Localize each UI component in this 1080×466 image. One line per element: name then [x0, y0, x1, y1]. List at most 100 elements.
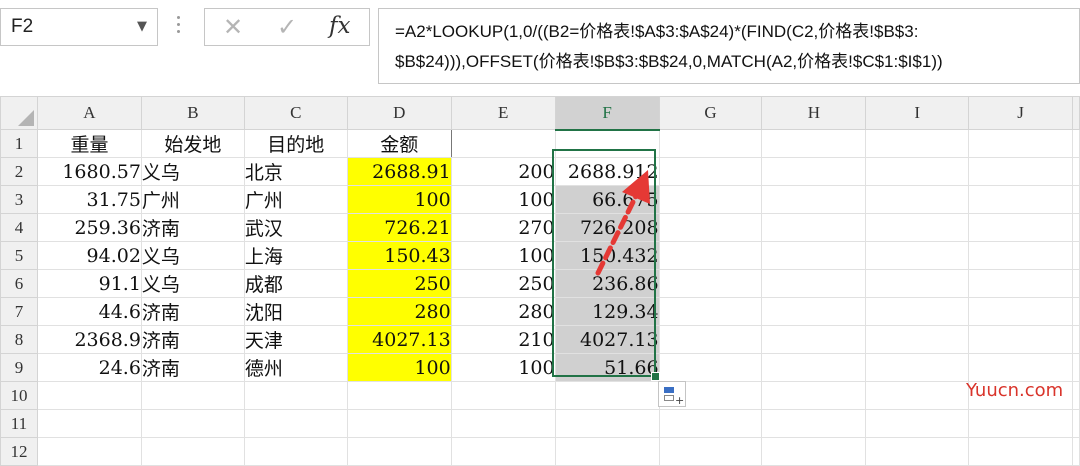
select-all-button[interactable] [0, 96, 38, 130]
cell-f[interactable]: 4027.13 [554, 325, 660, 354]
cell-e[interactable]: 280 [450, 297, 556, 326]
cell[interactable] [968, 129, 1073, 158]
cell[interactable] [865, 381, 970, 410]
cell[interactable] [554, 409, 660, 438]
row-header[interactable]: 12 [0, 437, 38, 466]
cell-b[interactable]: 广州 [140, 185, 245, 214]
cell[interactable] [761, 129, 867, 158]
cell[interactable] [1071, 129, 1080, 158]
cell[interactable] [36, 381, 142, 410]
cell[interactable] [450, 129, 556, 158]
cell-c1[interactable]: 目的地 [243, 129, 348, 158]
column-header-f[interactable]: F [554, 96, 660, 131]
row-header[interactable]: 2 [0, 157, 38, 186]
row-header[interactable]: 8 [0, 325, 38, 354]
cell[interactable] [761, 409, 867, 438]
cell[interactable] [1071, 297, 1080, 326]
cell-f[interactable]: 2688.912 [554, 157, 660, 186]
cell[interactable] [865, 409, 970, 438]
cell-c[interactable]: 德州 [243, 353, 348, 382]
cell[interactable] [865, 353, 970, 382]
cell-e[interactable]: 100 [450, 185, 556, 214]
cell[interactable] [243, 381, 348, 410]
cell-e[interactable]: 200 [450, 157, 556, 186]
cancel-icon[interactable]: ✕ [223, 13, 243, 41]
cell[interactable] [865, 437, 970, 466]
cell[interactable] [865, 129, 970, 158]
row-header[interactable]: 7 [0, 297, 38, 326]
cell[interactable] [865, 157, 970, 186]
cell-d[interactable]: 150.43 [346, 241, 452, 270]
cell-d[interactable]: 4027.13 [346, 325, 452, 354]
cell-b[interactable]: 济南 [140, 213, 245, 242]
name-box[interactable]: F2 ▼ [0, 8, 158, 46]
cell[interactable] [658, 269, 763, 298]
cell-b[interactable]: 济南 [140, 325, 245, 354]
cell-a[interactable]: 2368.9 [36, 325, 142, 354]
cell[interactable] [1071, 381, 1080, 410]
cell[interactable] [140, 437, 245, 466]
cell[interactable] [761, 269, 867, 298]
cell-a[interactable]: 1680.57 [36, 157, 142, 186]
cell-c[interactable]: 北京 [243, 157, 348, 186]
cell[interactable] [968, 409, 1073, 438]
cell[interactable] [658, 353, 763, 382]
cell[interactable] [865, 185, 970, 214]
cell-a[interactable]: 259.36 [36, 213, 142, 242]
cell-c[interactable]: 成都 [243, 269, 348, 298]
drag-handle-icon[interactable] [175, 16, 181, 40]
column-header-c[interactable]: C [243, 96, 348, 130]
fill-handle[interactable] [651, 372, 660, 381]
cell[interactable] [865, 241, 970, 270]
row-header[interactable]: 10 [0, 381, 38, 410]
column-header-d[interactable]: D [346, 96, 452, 130]
cell-a1[interactable]: 重量 [36, 129, 142, 158]
cell[interactable] [1071, 185, 1080, 214]
cell-b[interactable]: 济南 [140, 353, 245, 382]
row-header[interactable]: 11 [0, 409, 38, 438]
cell[interactable] [761, 297, 867, 326]
cell-a[interactable]: 31.75 [36, 185, 142, 214]
column-header-b[interactable]: B [140, 96, 245, 130]
cell[interactable] [658, 437, 763, 466]
cell[interactable] [1071, 409, 1080, 438]
row-header[interactable]: 6 [0, 269, 38, 298]
cell[interactable] [968, 325, 1073, 354]
cell[interactable] [243, 409, 348, 438]
cell[interactable] [865, 213, 970, 242]
column-header-i[interactable]: I [865, 96, 970, 130]
cell[interactable] [658, 241, 763, 270]
cell[interactable] [968, 157, 1073, 186]
cell-a[interactable]: 24.6 [36, 353, 142, 382]
cell[interactable] [968, 353, 1073, 382]
cell-f[interactable]: 51.66 [554, 353, 660, 382]
cell[interactable] [1071, 241, 1080, 270]
cell-d[interactable]: 726.21 [346, 213, 452, 242]
cell-e[interactable]: 100 [450, 241, 556, 270]
cell[interactable] [1071, 269, 1080, 298]
cell[interactable] [658, 129, 763, 158]
cell[interactable] [658, 157, 763, 186]
cell[interactable] [865, 325, 970, 354]
cell-a[interactable]: 94.02 [36, 241, 142, 270]
cell[interactable] [761, 213, 867, 242]
cell[interactable] [346, 381, 452, 410]
cell[interactable] [761, 353, 867, 382]
cell[interactable] [450, 381, 556, 410]
cell-d[interactable]: 100 [346, 185, 452, 214]
column-header-e[interactable]: E [450, 96, 556, 130]
cell-e[interactable]: 100 [450, 353, 556, 382]
column-header-j[interactable]: J [968, 96, 1073, 130]
enter-icon[interactable]: ✓ [277, 13, 297, 41]
cell-c[interactable]: 广州 [243, 185, 348, 214]
cell[interactable] [968, 437, 1073, 466]
cell[interactable] [1071, 325, 1080, 354]
cell-f[interactable]: 66.675 [554, 185, 660, 214]
cell[interactable] [968, 241, 1073, 270]
cell-e[interactable]: 210 [450, 325, 556, 354]
cell[interactable] [658, 325, 763, 354]
cell[interactable] [554, 437, 660, 466]
cell-f[interactable]: 726.208 [554, 213, 660, 242]
cell[interactable] [968, 269, 1073, 298]
cell[interactable] [761, 437, 867, 466]
